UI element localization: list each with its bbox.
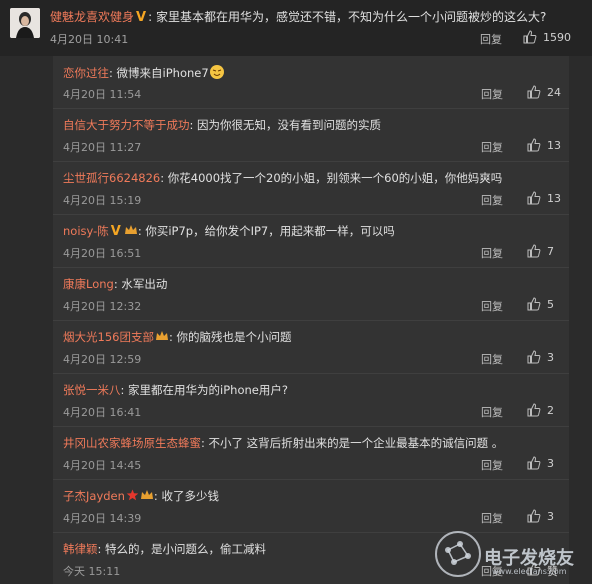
thumb-up-icon[interactable] [527,243,541,262]
thumb-up-icon[interactable] [527,349,541,368]
comment-time: 4月20日 11:54 [63,88,142,101]
comment-author[interactable]: 自信大于努力不等于成功 [63,118,190,132]
comment-text: 你的脑残也是个小问题 [176,330,292,344]
comment-text: 因为你很无知，没有看到问题的实质 [197,118,382,132]
comment-time: 4月20日 16:41 [63,406,142,419]
like-count: 3 [547,457,554,470]
reply-button[interactable]: 回复 [481,86,503,102]
comment-text: 微博来自iPhone7 [116,66,209,80]
post-author[interactable]: 健魅龙喜欢健身 [50,10,134,24]
post: 健魅龙喜欢健身 V: 家里基本都在用华为，感觉还不错，不知为什么一个小问题被炒的这… [0,0,592,56]
comment-time: 今天 15:11 [63,565,121,578]
comment-author[interactable]: 尘世孤行6624826 [63,171,160,185]
comment-item: 恋你过往: 微博来自iPhone7 4月20日 11:54 回复 24 [53,56,569,109]
comment-author[interactable]: noisy-陈 [63,224,109,238]
watermark: 电子发烧友 www.elecfans.com [432,520,592,584]
comment-time: 4月20日 11:27 [63,141,142,154]
comment-time: 4月20日 12:59 [63,353,142,366]
thumb-up-icon[interactable] [527,190,541,209]
verified-v-icon: V [136,10,147,25]
comment-time: 4月20日 14:45 [63,459,142,472]
comments-panel: 恋你过往: 微博来自iPhone7 4月20日 11:54 回复 24 自信大于… [53,56,569,584]
reply-button[interactable]: 回复 [481,298,503,314]
post-reply-button[interactable]: 回复 [480,31,502,47]
comment-text: 特么的，是小问题么，偷工减料 [105,542,267,556]
comment-text: 不小了 这背后折射出来的是一个企业最基本的诚信问题 。 [208,436,504,450]
like-count: 13 [547,139,561,152]
reply-button[interactable]: 回复 [481,192,503,208]
comment-item: 烟大光156团支部: 你的脑残也是个小问题 4月20日 12:59 回复 3 [53,321,569,374]
comment-item: 康康Long: 水军出动 4月20日 12:32 回复 5 [53,268,569,321]
comment-text: 你花4000找了一个20的小姐，别领来一个60的小姐，你他妈爽吗 [167,171,503,185]
comment-text: 水军出动 [121,277,168,291]
thumb-up-icon[interactable] [527,455,541,474]
red-star-icon [126,489,139,504]
face-emoji-icon [209,64,225,83]
thumb-up-icon[interactable] [527,137,541,156]
comment-item: noisy-陈 V: 你买iP7p，给你发个IP7，用起来都一样，可以吗 4月20… [53,215,569,268]
like-count: 13 [547,192,561,205]
comment-author[interactable]: 烟大光156团支部 [63,330,154,344]
watermark-logo-icon [435,531,481,577]
post-text: 家里基本都在用华为，感觉还不错，不知为什么一个小问题被炒的这么大? [155,10,547,24]
reply-button[interactable]: 回复 [481,245,503,261]
thumb-up-icon[interactable] [527,296,541,315]
crown-icon [124,224,138,239]
thumb-up-icon[interactable] [523,29,537,48]
thumb-up-icon[interactable] [527,84,541,103]
comment-time: 4月20日 12:32 [63,300,142,313]
comment-time: 4月20日 14:39 [63,512,142,525]
post-like-count: 1590 [543,31,571,44]
like-count: 7 [547,245,554,258]
like-count: 2 [547,404,554,417]
post-time: 4月20日 10:41 [50,33,129,46]
comment-author[interactable]: 井冈山农家蜂场原生态蜂蜜 [63,436,201,450]
reply-button[interactable]: 回复 [481,139,503,155]
thumb-up-icon[interactable] [527,402,541,421]
reply-button[interactable]: 回复 [481,457,503,473]
comment-text: 你买iP7p，给你发个IP7，用起来都一样，可以吗 [145,224,395,238]
verified-v-icon: V [110,224,121,239]
comment-item: 张悦一米八: 家里都在用华为的iPhone用户? 4月20日 16:41 回复 … [53,374,569,427]
watermark-url: www.elecfans.com [492,567,567,576]
comment-text: 家里都在用华为的iPhone用户? [128,383,288,397]
comment-author[interactable]: 子杰Jayden [63,489,125,503]
comment-author[interactable]: 张悦一米八 [63,383,121,397]
comment-text: 收了多少钱 [161,489,219,503]
comment-item: 尘世孤行6624826: 你花4000找了一个20的小姐，别领来一个60的小姐，… [53,162,569,215]
reply-button[interactable]: 回复 [481,351,503,367]
comment-time: 4月20日 16:51 [63,247,142,260]
comment-item: 井冈山农家蜂场原生态蜂蜜: 不小了 这背后折射出来的是一个企业最基本的诚信问题 … [53,427,569,480]
like-count: 5 [547,298,554,311]
comment-author[interactable]: 恋你过往 [63,66,109,80]
comment-item: 自信大于努力不等于成功: 因为你很无知，没有看到问题的实质 4月20日 11:2… [53,109,569,162]
like-count: 3 [547,351,554,364]
like-count: 24 [547,86,561,99]
crown-icon [155,330,169,345]
comment-time: 4月20日 15:19 [63,194,142,207]
reply-button[interactable]: 回复 [481,404,503,420]
comment-author[interactable]: 韩律颖 [63,542,98,556]
crown-icon [140,489,154,504]
comment-author[interactable]: 康康Long [63,277,114,291]
avatar[interactable] [10,8,40,38]
